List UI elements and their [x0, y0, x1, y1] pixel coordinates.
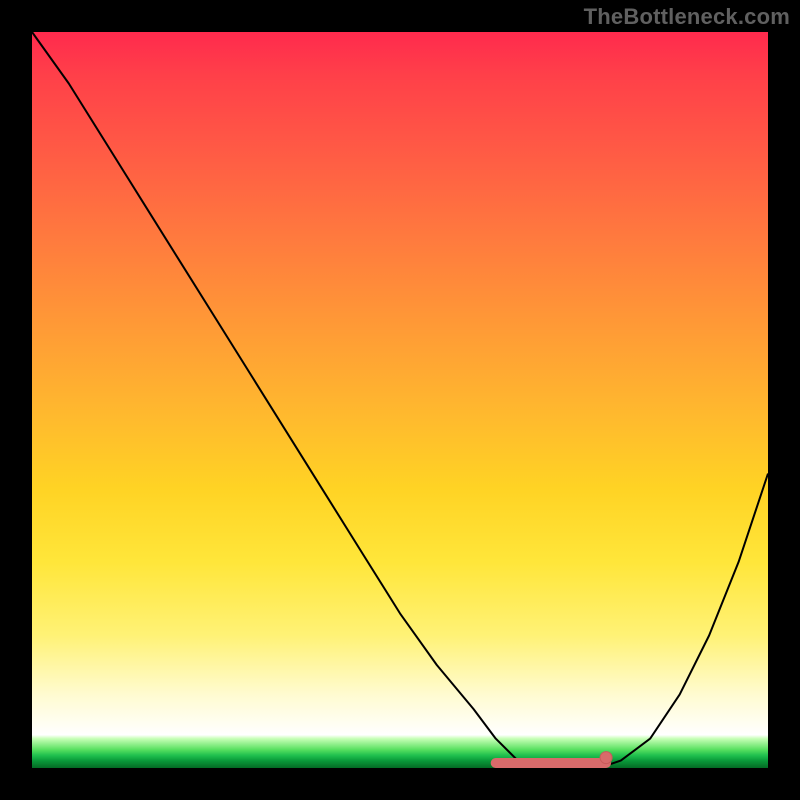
plot-area: [32, 32, 768, 768]
bottleneck-curve: [32, 32, 768, 768]
chart-frame: TheBottleneck.com: [0, 0, 800, 800]
curve-end-marker: [600, 752, 612, 764]
curve-svg: [32, 32, 768, 768]
watermark-text: TheBottleneck.com: [584, 4, 790, 30]
